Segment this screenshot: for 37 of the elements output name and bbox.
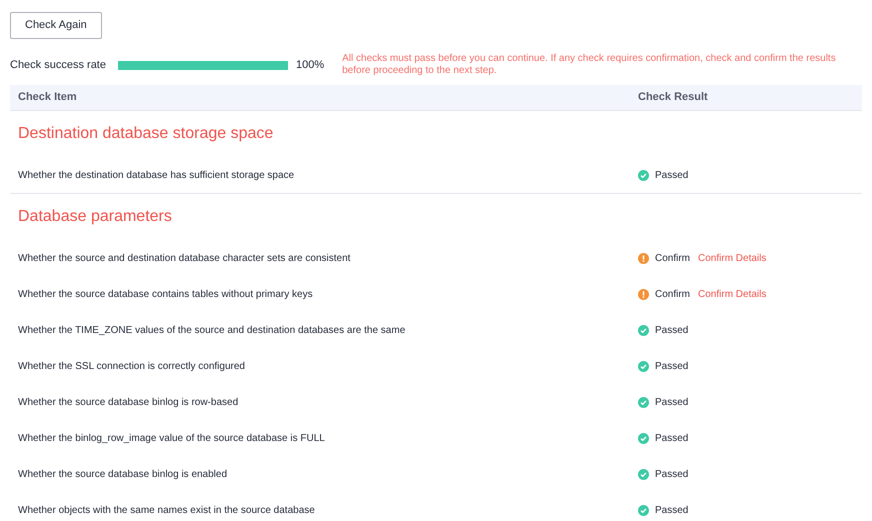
progress-label: Check success rate: [10, 58, 106, 73]
confirm-details-link[interactable]: Confirm Details: [698, 286, 766, 302]
check-again-button[interactable]: Check Again: [10, 12, 102, 39]
result-text: Passed: [655, 504, 688, 518]
notice-text: All checks must pass before you can continue. If any check requires confirmation, check and confirm the results before proceeding to the next step.: [342, 53, 837, 77]
check-item-text: Whether the source and destination database character sets are consistent: [17, 252, 352, 266]
check-circle-icon: [638, 324, 649, 336]
result-text: Passed: [655, 168, 688, 182]
group-title: Database parameters: [18, 207, 172, 227]
result-text: Passed: [655, 468, 688, 482]
check-item-text: Whether the source database binlog is enabled: [17, 468, 228, 482]
exclamation-circle-icon: [638, 288, 649, 300]
result-text: Confirm: [655, 252, 690, 266]
result-text: Passed: [655, 324, 688, 338]
check-circle-icon: [638, 170, 649, 180]
progress-reading: 100%: [296, 58, 324, 73]
result-text: Passed: [655, 396, 688, 410]
group-title: Destination database storage space: [18, 124, 274, 144]
check-circle-icon: [638, 504, 649, 516]
exclamation-circle-icon: [638, 252, 649, 264]
check-item-text: Whether the destination database has sufficient storage space: [17, 168, 296, 182]
check-item-text: Whether the SSL connection is correctly configured: [17, 360, 246, 374]
check-item-text: Whether the TIME_ZONE values of the source and destination databases are the same: [17, 324, 406, 338]
check-item-text: Whether objects with the same names exist in the source database: [17, 504, 316, 518]
check-item-text: Whether the source database contains tables without primary keys: [17, 288, 314, 302]
result-text: Passed: [655, 360, 688, 374]
check-item-text: Whether the source database binlog is row-based: [17, 396, 240, 410]
column-header: Check Item: [17, 90, 78, 106]
check-circle-icon: [638, 360, 649, 372]
result-text: Passed: [655, 432, 688, 446]
result-text: Confirm: [655, 288, 690, 302]
check-circle-icon: [638, 468, 649, 480]
confirm-details-link[interactable]: Confirm Details: [698, 250, 766, 266]
check-circle-icon: [638, 432, 649, 444]
column-header: Check Result: [637, 90, 708, 106]
check-circle-icon: [638, 396, 649, 408]
check-item-text: Whether the binlog_row_image value of the source database is FULL: [17, 432, 326, 446]
